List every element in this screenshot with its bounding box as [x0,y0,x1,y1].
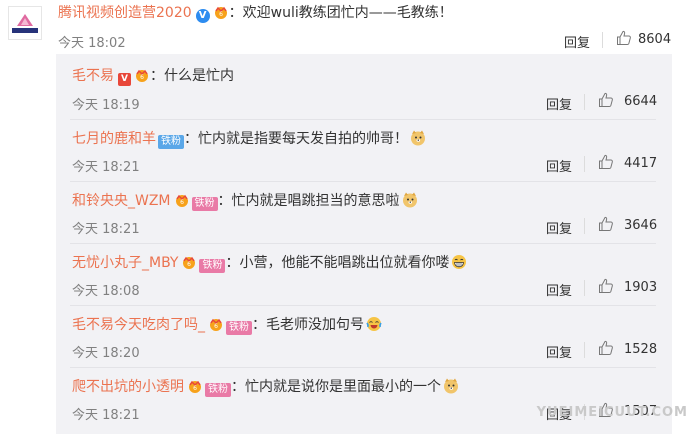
reply-time: 今天 18:21 [72,222,140,237]
reply-button[interactable]: 回复 [546,156,572,175]
reply-username[interactable]: 毛不易 [72,68,114,84]
reply-text: ：忙内就是说你是里面最小的一个 [231,379,441,395]
reply-line: 七月的鹿和羊 铁粉 ：忙内就是指要每天发自拍的帅哥！ [72,130,426,149]
comment-username[interactable]: 腾讯视频创造营2020 [58,5,192,21]
like-count: 1903 [624,280,658,295]
reply-text: ：毛老师没加句号 [252,317,364,333]
brand-logo-bar [12,28,38,33]
row-divider [70,243,656,244]
vip-crown-icon: 6 [189,380,201,393]
reply-button[interactable]: 回复 [564,32,590,51]
reply-username[interactable]: 七月的鹿和羊 [72,131,156,147]
row-divider [70,119,656,120]
vip-crown-icon: 6 [183,256,196,269]
main-comment-line: 腾讯视频创造营2020 V 6 ：欢迎wuli教练团忙内——毛教练！ [58,5,453,23]
like-icon[interactable] [598,92,614,108]
divider [584,94,585,110]
like-count: 4417 [624,156,658,171]
reply-time: 今天 18:19 [72,98,140,113]
reply-time: 今天 18:08 [72,284,140,299]
doge-emoji-icon [411,130,425,146]
fan-badge: 铁粉 [226,321,252,335]
grin-emoji-icon [452,255,467,269]
svg-text:6: 6 [140,74,144,81]
reply-text: ：小营，他能不能唱跳出位就看你喽 [225,255,450,271]
row-divider [70,367,656,368]
fan-badge: 铁粉 [191,197,218,211]
vip-crown-icon: 6 [175,194,188,207]
laugh-cry-emoji-icon [366,317,382,331]
reply-username[interactable]: 无忧小丸子_MBY [72,255,178,271]
reply-text: ：忙内就是指要每天发自拍的帅哥！ [184,131,408,147]
svg-text:6: 6 [219,11,223,18]
avatar[interactable] [8,6,42,40]
reply-username[interactable]: 爬不出坑的小透明 [72,379,184,395]
reply-line: 无忧小丸子_MBY 6 铁粉 ：小营，他能不能唱跳出位就看你喽 [72,254,467,273]
doge-emoji-icon [402,192,417,208]
fan-badge: 铁粉 [199,259,226,273]
doge-emoji-icon [444,378,458,394]
divider [584,280,585,296]
reply-line: 毛不易今天吃肉了吗_ 6 铁粉 ：毛老师没加句号 [72,316,382,335]
reply-button[interactable]: 回复 [546,94,572,113]
svg-text:6: 6 [180,199,184,206]
row-divider [70,305,656,306]
reply-button[interactable]: 回复 [546,342,572,361]
like-icon[interactable] [598,216,614,232]
like-count: 6644 [624,94,658,109]
row-divider [70,181,656,182]
divider [584,218,585,234]
like-icon[interactable] [616,30,632,46]
reply-list [56,54,672,434]
reply-text: ：忙内就是唱跳担当的意思啦 [217,193,400,209]
reply-button[interactable]: 回复 [546,280,572,299]
fan-badge: 铁粉 [205,383,231,397]
comment-text: ：欢迎wuli教练团忙内——毛教练！ [228,5,453,21]
divider [584,342,585,358]
fan-badge: 铁粉 [158,135,184,149]
site-watermark: YUEIMEICUUT.COM [536,405,688,420]
reply-button[interactable]: 回复 [546,218,572,237]
like-icon[interactable] [598,340,614,356]
reply-line: 和铃央央_WZM 6 铁粉 ：忙内就是唱跳担当的意思啦 [72,192,418,211]
vip-crown-icon: 6 [214,6,227,19]
svg-text:6: 6 [188,261,192,268]
svg-text:6: 6 [214,323,218,330]
like-icon[interactable] [598,278,614,294]
reply-time: 今天 18:20 [72,346,140,361]
like-count: 8604 [638,32,672,47]
verified-icon: V [195,9,210,23]
like-icon[interactable] [598,154,614,170]
like-count: 3646 [624,218,658,233]
svg-text:6: 6 [193,385,197,392]
reply-line: 爬不出坑的小透明 6 铁粉 ：忙内就是说你是里面最小的一个 [72,378,459,397]
divider [602,32,603,48]
divider [584,156,585,172]
vip-crown-icon: 6 [136,69,148,82]
vip-crown-icon: 6 [210,318,222,331]
verified-icon: V [118,73,131,86]
brand-logo-icon [17,14,33,26]
comment-time: 今天 18:02 [58,36,126,51]
reply-time: 今天 18:21 [72,408,140,423]
reply-text: ：什么是忙内 [150,68,234,84]
like-count: 1528 [624,342,658,357]
reply-time: 今天 18:21 [72,160,140,175]
reply-line: 毛不易 V 6 ：什么是忙内 [72,68,234,86]
comment-thread: 腾讯视频创造营2020 V 6 ：欢迎wuli教练团忙内——毛教练！ 今天 18:02… [0,0,690,434]
reply-username[interactable]: 和铃央央_WZM [72,193,171,209]
reply-username[interactable]: 毛不易今天吃肉了吗_ [72,317,205,333]
